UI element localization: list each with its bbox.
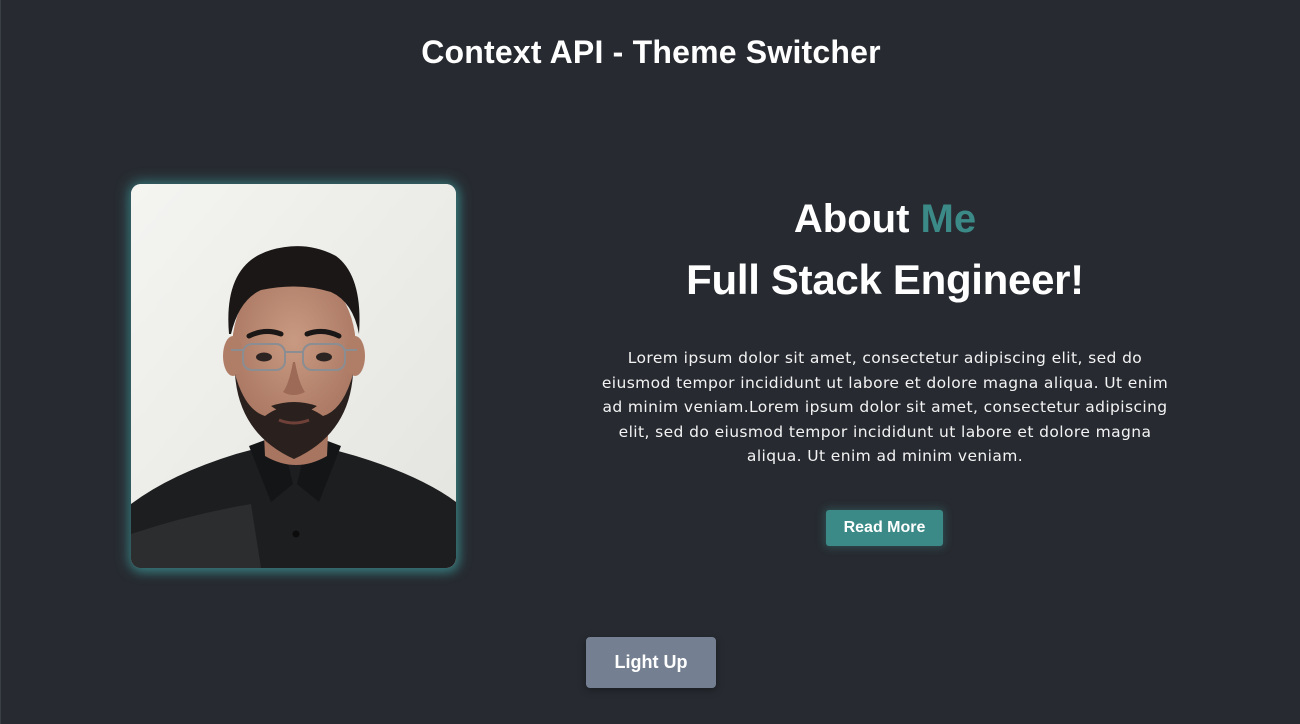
- role-title: Full Stack Engineer!: [686, 256, 1084, 303]
- about-section: About Me Full Stack Engineer! Lorem ipsu…: [601, 190, 1169, 469]
- about-heading-accent: Me: [920, 197, 977, 241]
- read-more-button[interactable]: Read More: [826, 510, 943, 546]
- page-title: Context API - Theme Switcher: [421, 34, 881, 70]
- portrait-photo-icon: [131, 184, 456, 568]
- profile-photo: [131, 184, 456, 568]
- page: Context API - Theme Switcher About Me Fu…: [0, 0, 1300, 724]
- about-heading-prefix: About: [793, 197, 910, 241]
- theme-toggle-button[interactable]: Light Up: [586, 637, 716, 688]
- bio-text: Lorem ipsum dolor sit amet, consectetur …: [601, 349, 1169, 465]
- about-heading: About Me: [601, 190, 1169, 248]
